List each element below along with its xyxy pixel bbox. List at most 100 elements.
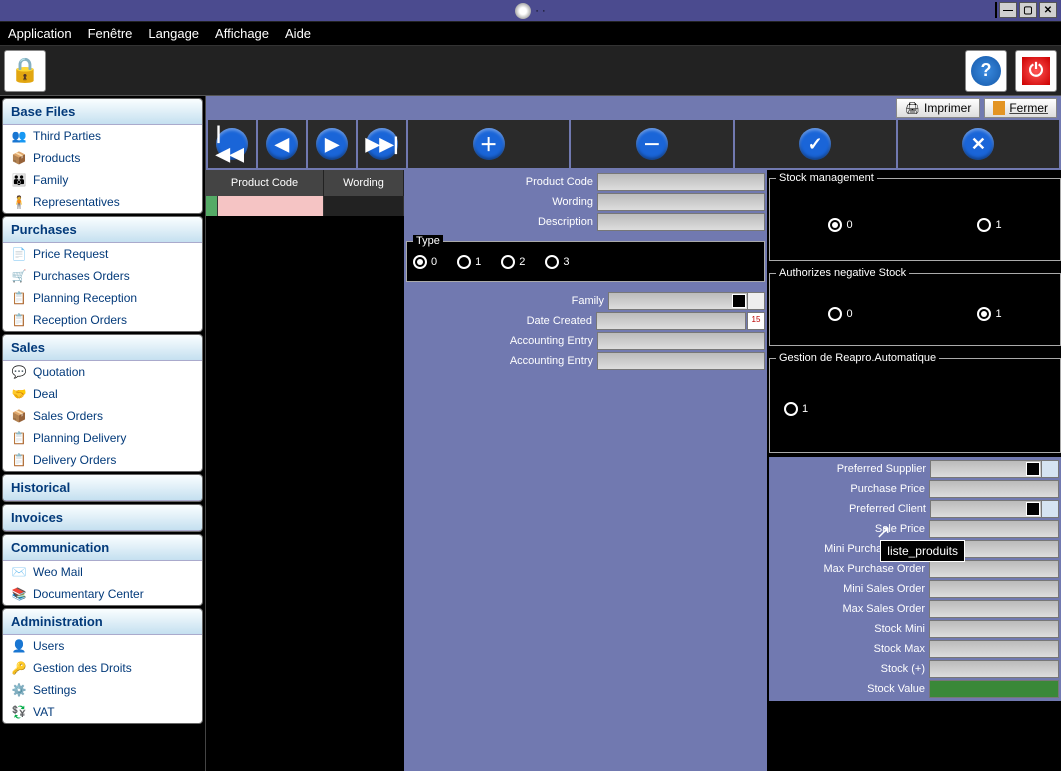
sidebar-item[interactable]: 📚Documentary Center xyxy=(3,583,202,605)
calendar-button[interactable]: 15 xyxy=(747,312,765,330)
field-input[interactable] xyxy=(929,640,1059,658)
sidebar-item-icon: 🛒 xyxy=(11,268,27,284)
close-button[interactable]: ✕ xyxy=(1039,2,1057,18)
sidebar-item[interactable]: 🧍Representatives xyxy=(3,191,202,213)
field-input[interactable] xyxy=(929,600,1059,618)
input-accounting2[interactable] xyxy=(597,352,765,370)
sidebar-item-icon: 👤 xyxy=(11,638,27,654)
input-accounting1[interactable] xyxy=(597,332,765,350)
radio-option[interactable]: 0 xyxy=(828,218,852,232)
power-button[interactable]: ⏻ xyxy=(1015,50,1057,92)
sidebar-head[interactable]: Sales xyxy=(3,335,202,361)
radio-option[interactable]: 0 xyxy=(413,255,437,269)
sidebar-item[interactable]: 📋Delivery Orders xyxy=(3,449,202,471)
minimize-button[interactable]: — xyxy=(999,2,1017,18)
sidebar-item-label: Representatives xyxy=(33,195,120,209)
sidebar-head[interactable]: Base Files xyxy=(3,99,202,125)
input-product-code[interactable] xyxy=(597,173,765,191)
field-input[interactable] xyxy=(929,660,1059,678)
col-wording[interactable]: Wording xyxy=(324,170,404,196)
menu-aide[interactable]: Aide xyxy=(285,26,311,41)
radio-option[interactable]: 3 xyxy=(545,255,569,269)
radio-option[interactable]: 1 xyxy=(977,218,1001,232)
sidebar-item[interactable]: 👥Third Parties xyxy=(3,125,202,147)
input-date-created[interactable] xyxy=(596,312,746,330)
sidebar-item[interactable]: 📋Planning Reception xyxy=(3,287,202,309)
sidebar-item[interactable]: 📋Reception Orders xyxy=(3,309,202,331)
cell-wording[interactable] xyxy=(324,196,404,216)
sidebar-item[interactable]: 💬Quotation xyxy=(3,361,202,383)
radio-option[interactable]: 1 xyxy=(977,307,1001,321)
input-family[interactable] xyxy=(608,292,748,310)
menu-langage[interactable]: Langage xyxy=(148,26,199,41)
field-label: Stock Value xyxy=(771,683,929,695)
sidebar-item[interactable]: 👪Family xyxy=(3,169,202,191)
radio-option[interactable]: 1 xyxy=(784,402,808,416)
field-input[interactable] xyxy=(929,620,1059,638)
print-button[interactable]: 🖨 Imprimer xyxy=(896,98,981,118)
radio-option[interactable]: 0 xyxy=(828,307,852,321)
sidebar-item[interactable]: 🔑Gestion des Droits xyxy=(3,657,202,679)
sidebar-item[interactable]: ⚙️Settings xyxy=(3,679,202,701)
sidebar-item[interactable]: ✉️Weo Mail xyxy=(3,561,202,583)
nav-first[interactable]: |◀◀ xyxy=(208,120,256,168)
cancel-button[interactable]: ✕ xyxy=(898,120,1059,168)
sidebar-item-icon: 📄 xyxy=(11,246,27,262)
sidebar-item-icon: 👪 xyxy=(11,172,27,188)
sidebar-head[interactable]: Communication xyxy=(3,535,202,561)
picker-button[interactable] xyxy=(1041,500,1059,518)
field-row: Stock Value xyxy=(771,679,1059,699)
nav-last[interactable]: ▶▶| xyxy=(358,120,406,168)
middle-form: Product Code Wording Description Type 01… xyxy=(404,170,767,771)
field-input[interactable] xyxy=(929,480,1059,498)
cell-product-code[interactable] xyxy=(218,196,324,216)
radio-option[interactable]: 1 xyxy=(457,255,481,269)
radio-icon xyxy=(501,255,515,269)
add-button[interactable]: ＋ xyxy=(408,120,569,168)
field-label: Stock Mini xyxy=(771,623,929,635)
field-input[interactable] xyxy=(929,560,1059,578)
menu-application[interactable]: Application xyxy=(8,26,72,41)
sidebar-item-label: VAT xyxy=(33,705,55,719)
right-field-list: Preferred SupplierPurchase PricePreferre… xyxy=(769,457,1061,701)
sidebar-item[interactable]: 🤝Deal xyxy=(3,383,202,405)
input-wording[interactable] xyxy=(597,193,765,211)
field-input[interactable] xyxy=(929,580,1059,598)
sidebar-item[interactable]: 📄Price Request xyxy=(3,243,202,265)
sidebar-item[interactable]: 🛒Purchases Orders xyxy=(3,265,202,287)
sidebar-item[interactable]: 📦Sales Orders xyxy=(3,405,202,427)
radio-icon xyxy=(977,218,991,232)
menu-affichage[interactable]: Affichage xyxy=(215,26,269,41)
help-button[interactable]: ? xyxy=(965,50,1007,92)
nav-next[interactable]: ▶ xyxy=(308,120,356,168)
sidebar-head[interactable]: Historical xyxy=(3,475,202,501)
menu-fenetre[interactable]: Fenêtre xyxy=(88,26,133,41)
field-label: Stock Max xyxy=(771,643,929,655)
window-buttons: — ▢ ✕ xyxy=(995,2,1057,18)
main-body: Base Files👥Third Parties📦Products👪Family… xyxy=(0,96,1061,771)
sidebar-head[interactable]: Invoices xyxy=(3,505,202,531)
sidebar-item[interactable]: 👤Users xyxy=(3,635,202,657)
lock-button[interactable]: 🔒 xyxy=(4,50,46,92)
picker-button[interactable] xyxy=(1041,460,1059,478)
color-swatch xyxy=(1026,462,1040,476)
form-matrix: Product Code Wording Product Code Wordin… xyxy=(206,170,1061,771)
sidebar-item[interactable]: 📦Products xyxy=(3,147,202,169)
sidebar-head[interactable]: Administration xyxy=(3,609,202,635)
close-form-button[interactable]: Fermer xyxy=(984,98,1057,118)
col-product-code[interactable]: Product Code xyxy=(206,170,324,196)
maximize-button[interactable]: ▢ xyxy=(1019,2,1037,18)
sidebar-head[interactable]: Purchases xyxy=(3,217,202,243)
field-input[interactable] xyxy=(929,680,1059,698)
radio-option[interactable]: 2 xyxy=(501,255,525,269)
field-input[interactable] xyxy=(929,520,1059,538)
remove-button[interactable]: － xyxy=(571,120,732,168)
input-description[interactable] xyxy=(597,213,765,231)
sidebar-item[interactable]: 📋Planning Delivery xyxy=(3,427,202,449)
nav-prev[interactable]: ◀ xyxy=(258,120,306,168)
radio-icon xyxy=(828,307,842,321)
confirm-button[interactable]: ✓ xyxy=(735,120,896,168)
family-picker[interactable] xyxy=(747,292,765,310)
grid-row[interactable] xyxy=(206,196,404,216)
sidebar-item[interactable]: 💱VAT xyxy=(3,701,202,723)
